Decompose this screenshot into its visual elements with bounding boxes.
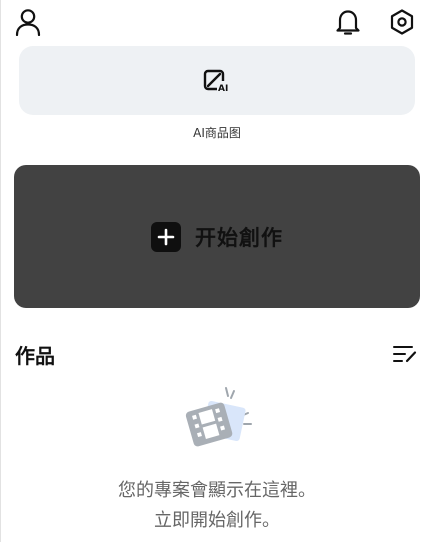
profile-button[interactable] <box>14 8 42 36</box>
notification-button[interactable] <box>334 8 362 36</box>
start-create-button[interactable]: 开始創作 <box>14 165 420 308</box>
top-bar <box>1 0 432 44</box>
plus-icon <box>151 221 181 252</box>
settings-button[interactable] <box>388 8 416 36</box>
empty-state-illustration <box>181 384 257 454</box>
svg-text:AI: AI <box>218 84 228 93</box>
list-edit-icon <box>393 346 417 363</box>
hexagon-settings-icon <box>390 9 414 35</box>
bell-icon <box>336 10 360 35</box>
ai-product-label: AI商品图 <box>193 126 241 140</box>
works-title: 作品 <box>15 344 55 368</box>
empty-state-line-1: 您的專案會顯示在這裡。 <box>118 480 316 501</box>
person-icon <box>15 9 41 36</box>
ai-product-card[interactable]: AI <box>19 46 415 115</box>
start-create-label: 开始創作 <box>195 225 283 250</box>
ai-image-edit-icon: AI <box>203 69 230 93</box>
works-edit-button[interactable] <box>392 343 418 365</box>
empty-state-line-2: 立即開始創作。 <box>154 510 280 531</box>
film-strip-icon <box>185 387 252 447</box>
app-screen: AI AI商品图 开始創作 作品 您的專案會顯示在這裡。 立即開始創作。 <box>0 0 432 542</box>
